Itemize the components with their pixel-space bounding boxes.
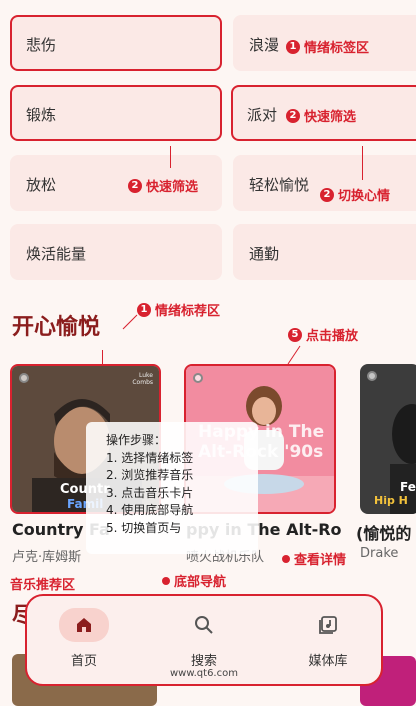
steps-overlay: 操作步骤： 1. 选择情绪标签 2. 浏览推荐音乐 3. 点击音乐卡片 4. 使…: [86, 422, 258, 554]
annotation-number: 1: [286, 39, 300, 54]
annotation-text: 音乐推荐区: [10, 578, 76, 593]
nav-icon-container: [303, 608, 353, 642]
annotation-mood-recommend: 1 情绪标荐区: [137, 300, 220, 319]
cover-text: Luke Combs: [132, 372, 153, 386]
mood-label: 派对: [247, 106, 278, 124]
library-icon: [319, 616, 337, 634]
annotation-view-detail: 查看详情: [282, 549, 346, 568]
mood-label: 轻松愉悦: [249, 176, 310, 194]
nav-label: 搜索: [190, 654, 217, 669]
step-item: 4. 使用底部导航: [106, 503, 194, 517]
annotation-number: 2: [320, 187, 334, 202]
annotation-text: 点击播放: [306, 329, 359, 344]
annotation-leader: [362, 146, 363, 180]
annotation-text: 情绪标荐区: [155, 304, 221, 319]
nav-search[interactable]: 搜索: [169, 608, 239, 669]
step-item: 2. 浏览推荐音乐: [106, 468, 194, 482]
watermark: www.qt6.com: [170, 668, 238, 679]
screen: 悲伤 浪漫 锻炼 派对 放松 轻松愉悦 焕活能量 通勤 1 情绪标签区 2 快速…: [0, 0, 416, 706]
mood-label: 放松: [26, 176, 57, 194]
annotation-number: 2: [128, 178, 142, 193]
section-title: 开心愉悦: [12, 315, 101, 340]
annotation-number: 5: [288, 327, 302, 342]
nav-icon-container: [59, 608, 109, 642]
annotation-dot: [162, 576, 170, 585]
nav-label: 媒体库: [308, 654, 348, 669]
step-item: 1. 选择情绪标签: [106, 450, 194, 465]
annotation-mood-area: 1 情绪标签区: [286, 37, 369, 56]
nav-icon-container: [179, 608, 229, 642]
select-indicator-icon: [193, 373, 203, 383]
annotation-number: 1: [137, 302, 151, 317]
cover-text: Hip H: [374, 494, 408, 507]
nav-label: 首页: [70, 654, 97, 669]
annotation-text: 快速筛选: [304, 110, 357, 125]
annotation-dot: [282, 554, 290, 563]
annotation-text: 情绪标签区: [304, 41, 370, 56]
annotation-text: 查看详情: [294, 553, 347, 568]
annotation-quick-filter: 2 快速筛选: [128, 176, 198, 195]
search-icon: [195, 616, 213, 634]
annotation-leader: [287, 345, 301, 365]
step-item: 3. 点击音乐卡片: [106, 485, 194, 500]
annotation-bottom-nav: 底部导航: [162, 571, 226, 590]
album-artist[interactable]: Drake: [360, 546, 416, 561]
mood-tile-energize[interactable]: 焕活能量: [10, 224, 222, 280]
annotation-quick-filter: 2 快速筛选: [286, 106, 356, 125]
mood-label: 浪漫: [249, 36, 280, 54]
nav-library[interactable]: 媒体库: [293, 608, 363, 669]
annotation-text: 切换心情: [338, 189, 391, 204]
annotation-leader: [170, 146, 171, 168]
annotation-switch-mood: 2 切换心情: [320, 185, 390, 204]
select-indicator-icon: [19, 373, 29, 383]
mood-label: 通勤: [249, 245, 280, 263]
mood-tile-commute[interactable]: 通勤: [233, 224, 416, 280]
mood-tile-sad[interactable]: 悲伤: [10, 15, 222, 71]
album-card-drake[interactable]: Fe Hip H: [360, 364, 416, 514]
annotation-number: 2: [286, 108, 300, 123]
step-item: 5. 切换首页与: [106, 520, 182, 535]
mood-label: 焕活能量: [26, 245, 87, 263]
steps-title: 操作步骤：: [106, 433, 167, 447]
annotation-leader: [102, 350, 103, 364]
annotation-text: 底部导航: [174, 575, 227, 590]
mood-tile-workout[interactable]: 锻炼: [10, 85, 222, 141]
mood-label: 锻炼: [26, 106, 57, 124]
annotation-text: 快速筛选: [146, 180, 199, 195]
album-title[interactable]: (愉悦的: [356, 520, 416, 544]
select-indicator-icon: [367, 371, 377, 381]
home-icon: [77, 618, 91, 632]
nav-home[interactable]: 首页: [49, 608, 119, 669]
annotation-click-play: 5 点击播放: [288, 325, 358, 344]
mood-label: 悲伤: [26, 36, 57, 54]
annotation-music-recommend: 音乐推荐区: [10, 574, 75, 593]
cover-text: Fe: [400, 480, 416, 494]
